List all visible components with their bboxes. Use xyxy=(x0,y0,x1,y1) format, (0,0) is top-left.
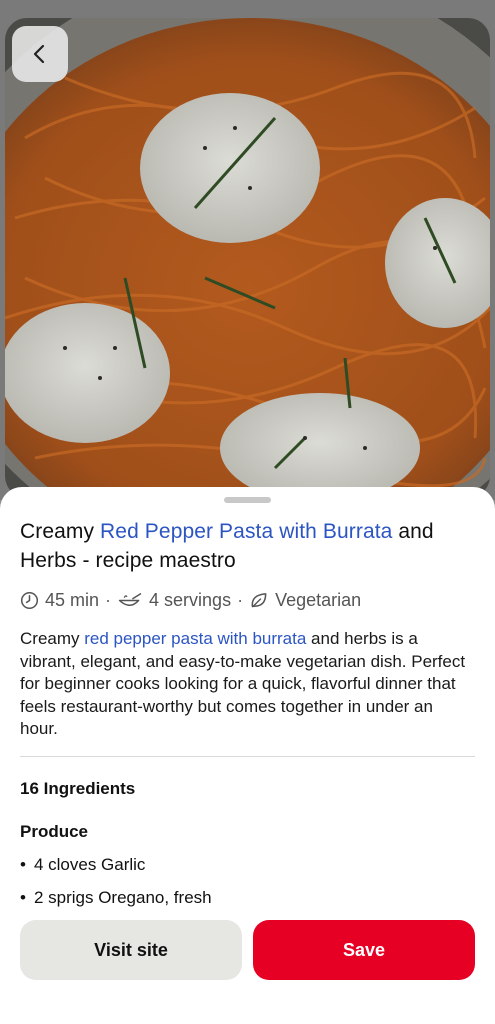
pin-details-sheet[interactable]: Creamy Red Pepper Pasta with Burrata and… xyxy=(0,487,495,1024)
divider xyxy=(20,756,475,757)
meta-separator: · xyxy=(237,589,244,610)
description-link[interactable]: red pepper pasta with burrata xyxy=(84,629,306,648)
recipe-meta: 45 min · 4 servings · Vegetarian xyxy=(20,588,475,612)
pasta-photo-illustration xyxy=(5,18,490,498)
ingredient-text: 4 cloves Garlic xyxy=(33,855,146,874)
list-item: • 4 cloves Garlic xyxy=(20,854,212,887)
save-button[interactable]: Save xyxy=(253,920,475,980)
clock-icon xyxy=(20,591,39,610)
back-button[interactable] xyxy=(12,26,68,82)
title-link[interactable]: Red Pepper Pasta with Burrata xyxy=(100,520,392,543)
leaf-icon xyxy=(249,591,269,610)
chevron-left-icon xyxy=(33,44,45,64)
ingredient-list: • 4 cloves Garlic • 2 sprigs Oregano, fres… xyxy=(20,854,212,920)
cook-time: 45 min xyxy=(45,589,100,610)
drag-handle[interactable] xyxy=(224,497,271,503)
servings: 4 servings xyxy=(149,589,232,610)
pin-title: Creamy Red Pepper Pasta with Burrata and… xyxy=(20,520,434,572)
ingredient-text: 2 sprigs Oregano, fresh xyxy=(33,888,212,907)
meta-separator: · xyxy=(105,589,112,610)
ingredients-count: 16 Ingredients xyxy=(20,779,136,798)
bullet: • xyxy=(20,888,26,907)
list-item: • 2 sprigs Oregano, fresh xyxy=(20,887,212,920)
diet-label: Vegetarian xyxy=(275,589,362,610)
bullet: • xyxy=(20,855,26,874)
recipe-photo[interactable] xyxy=(5,18,490,498)
pin-description: Creamy red pepper pasta with burrata and… xyxy=(20,629,466,738)
ingredient-section-title: Produce xyxy=(20,822,89,841)
pin-content: Creamy Red Pepper Pasta with Burrata and… xyxy=(20,517,475,758)
pin-image-area xyxy=(0,0,495,500)
visit-site-button[interactable]: Visit site xyxy=(20,920,242,980)
bowl-icon xyxy=(117,591,143,610)
